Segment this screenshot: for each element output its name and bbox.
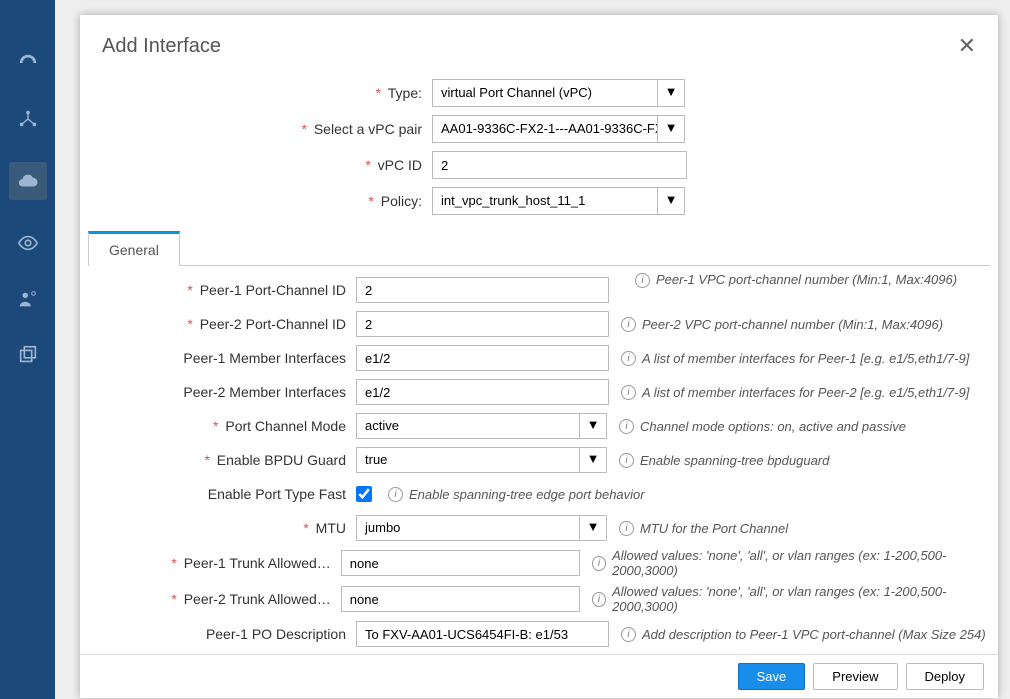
row-p1Desc: Peer-1 PO Description iAdd description to… — [90, 620, 988, 648]
row-portTypeFast: Enable Port Type Fast iEnable spanning-tr… — [90, 480, 988, 508]
row-p2Trunk: * Peer-2 Trunk Allowed… iAllowed values: … — [90, 584, 988, 614]
row-p1Trunk: * Peer-1 Trunk Allowed… iAllowed values: … — [90, 548, 988, 578]
info-icon: i — [619, 419, 634, 434]
p1Trunk-label: * Peer-1 Trunk Allowed… — [90, 555, 341, 571]
p2ChannelId-input[interactable] — [356, 311, 609, 337]
policy-select[interactable]: int_vpc_trunk_host_11_1 — [432, 187, 658, 215]
p2Members-hint: iA list of member interfaces for Peer-2 … — [621, 385, 969, 400]
info-icon: i — [388, 487, 403, 502]
type-label: * Type: — [102, 85, 432, 101]
tab-general[interactable]: General — [88, 231, 180, 266]
top-form: * Type: virtual Port Channel (vPC)▼ * Se… — [80, 69, 998, 231]
row-p2ChannelId: * Peer-2 Port-Channel ID iPeer-2 VPC port… — [90, 310, 988, 338]
info-icon: i — [621, 627, 636, 642]
p1Members-label: Peer-1 Member Interfaces — [90, 350, 356, 366]
channelMode-hint: iChannel mode options: on, active and pa… — [619, 419, 906, 434]
info-icon: i — [619, 453, 634, 468]
inventory-icon[interactable] — [15, 342, 41, 368]
bpduGuard-caret[interactable]: ▼ — [579, 447, 607, 473]
portTypeFast-label: Enable Port Type Fast — [90, 486, 356, 502]
type-caret[interactable]: ▼ — [657, 79, 685, 107]
form-body: iPeer-1 VPC port-channel number (Min:1, … — [80, 266, 998, 654]
mtu-caret[interactable]: ▼ — [579, 515, 607, 541]
portTypeFast-checkbox[interactable] — [356, 486, 372, 502]
bpduGuard-select[interactable]: true — [356, 447, 580, 473]
portTypeFast-hint: iEnable spanning-tree edge port behavior — [388, 487, 645, 502]
close-button[interactable]: ✕ — [958, 33, 976, 59]
cloud-icon[interactable] — [9, 162, 47, 200]
p1Members-hint: iA list of member interfaces for Peer-1 … — [621, 351, 969, 366]
tabs: General — [88, 231, 990, 266]
p2ChannelId-hint: iPeer-2 VPC port-channel number (Min:1, … — [621, 317, 943, 332]
vpcid-label: * vPC ID — [102, 157, 432, 173]
p2Members-input[interactable] — [356, 379, 609, 405]
type-select[interactable]: virtual Port Channel (vPC) — [432, 79, 658, 107]
user-settings-icon[interactable] — [15, 286, 41, 312]
row-p1Members: Peer-1 Member Interfaces iA list of membe… — [90, 344, 988, 372]
policy-label: * Policy: — [102, 193, 432, 209]
p1Trunk-hint: iAllowed values: 'none', 'all', or vlan … — [592, 548, 988, 578]
info-icon: i — [621, 351, 636, 366]
p1Members-input[interactable] — [356, 345, 609, 371]
channelMode-caret[interactable]: ▼ — [579, 413, 607, 439]
info-icon: i — [592, 592, 606, 607]
info-icon: i — [635, 273, 650, 288]
info-icon: i — [592, 556, 606, 571]
pair-caret[interactable]: ▼ — [657, 115, 685, 143]
dashboard-icon[interactable] — [15, 50, 41, 76]
bpduGuard-hint: iEnable spanning-tree bpduguard — [619, 453, 829, 468]
p1Desc-input[interactable] — [356, 621, 609, 647]
hint-p1-channel-top: iPeer-1 VPC port-channel number (Min:1, … — [635, 272, 957, 288]
deploy-button[interactable]: Deploy — [906, 663, 984, 690]
p1ChannelId-input[interactable] — [356, 277, 609, 303]
policy-caret[interactable]: ▼ — [657, 187, 685, 215]
p2Trunk-input[interactable] — [341, 586, 580, 612]
p2Trunk-hint: iAllowed values: 'none', 'all', or vlan … — [592, 584, 988, 614]
info-icon: i — [621, 385, 636, 400]
add-interface-modal: Add Interface ✕ * Type: virtual Port Cha… — [80, 15, 998, 698]
modal-footer: Save Preview Deploy — [80, 654, 998, 698]
pair-label: * Select a vPC pair — [102, 121, 432, 137]
p2ChannelId-label: * Peer-2 Port-Channel ID — [90, 316, 356, 332]
bpduGuard-label: * Enable BPDU Guard — [90, 452, 356, 468]
preview-button[interactable]: Preview — [813, 663, 897, 690]
p1Desc-hint: iAdd description to Peer-1 VPC port-chan… — [621, 627, 986, 642]
p2Trunk-label: * Peer-2 Trunk Allowed… — [90, 591, 341, 607]
channelMode-label: * Port Channel Mode — [90, 418, 356, 434]
topology-icon[interactable] — [15, 106, 41, 132]
info-icon: i — [621, 317, 636, 332]
p2Members-label: Peer-2 Member Interfaces — [90, 384, 356, 400]
mtu-label: * MTU — [90, 520, 356, 536]
channelMode-select[interactable]: active — [356, 413, 580, 439]
p1Desc-label: Peer-1 PO Description — [90, 626, 356, 642]
save-button[interactable]: Save — [738, 663, 806, 690]
modal-title: Add Interface — [102, 35, 221, 58]
modal-header: Add Interface ✕ — [80, 15, 998, 69]
row-p2Members: Peer-2 Member Interfaces iA list of membe… — [90, 378, 988, 406]
row-channelMode: * Port Channel Modeactive▼ iChannel mode … — [90, 412, 988, 440]
pair-select[interactable]: AA01-9336C-FX2-1---AA01-9336C-FX — [432, 115, 658, 143]
p1Trunk-input[interactable] — [341, 550, 580, 576]
mtu-select[interactable]: jumbo — [356, 515, 580, 541]
row-mtu: * MTUjumbo▼ iMTU for the Port Channel — [90, 514, 988, 542]
row-bpduGuard: * Enable BPDU Guardtrue▼ iEnable spanning… — [90, 446, 988, 474]
sidebar — [0, 0, 55, 699]
mtu-hint: iMTU for the Port Channel — [619, 521, 788, 536]
eye-icon[interactable] — [15, 230, 41, 256]
vpcid-input[interactable] — [432, 151, 687, 179]
info-icon: i — [619, 521, 634, 536]
p1ChannelId-label: * Peer-1 Port-Channel ID — [90, 282, 356, 298]
